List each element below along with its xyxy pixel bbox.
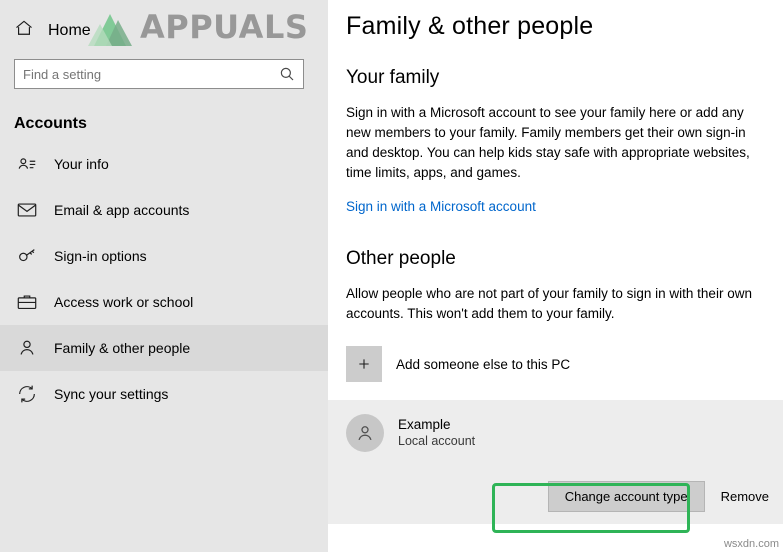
remove-account-button[interactable]: Remove <box>719 482 771 511</box>
account-card[interactable]: Example Local account Change account typ… <box>328 400 783 524</box>
settings-window: Home Accounts Your info <box>0 0 783 552</box>
add-someone-else-button[interactable]: Add someone else to this PC <box>346 346 767 382</box>
add-someone-else-label: Add someone else to this PC <box>396 356 571 372</box>
sidebar-item-your-info[interactable]: Your info <box>0 141 328 187</box>
sign-in-microsoft-account-link[interactable]: Sign in with a Microsoft account <box>346 199 536 214</box>
page-title: Family & other people <box>346 12 594 40</box>
sidebar-item-sign-in-options[interactable]: Sign-in options <box>0 233 328 279</box>
home-icon <box>14 18 34 43</box>
sidebar-item-label: Family & other people <box>54 340 191 356</box>
home-nav-item[interactable]: Home <box>0 0 328 59</box>
plus-icon <box>346 346 382 382</box>
sidebar: Home Accounts Your info <box>0 0 328 552</box>
sidebar-item-family-other-people[interactable]: Family & other people <box>0 325 328 371</box>
sidebar-item-label: Your info <box>54 156 109 172</box>
sidebar-group-title: Accounts <box>14 115 87 132</box>
sync-icon <box>16 383 38 405</box>
sidebar-item-label: Access work or school <box>54 294 194 310</box>
other-people-heading: Other people <box>346 248 456 269</box>
change-account-type-button[interactable]: Change account type <box>547 481 705 512</box>
person-icon <box>16 337 38 359</box>
account-type: Local account <box>398 434 476 448</box>
avatar-person-icon <box>346 414 384 452</box>
search-icon[interactable] <box>278 65 296 83</box>
sidebar-item-email-app-accounts[interactable]: Email & app accounts <box>0 187 328 233</box>
briefcase-icon <box>16 291 38 313</box>
other-people-description: Allow people who are not part of your fa… <box>346 286 752 321</box>
account-row: Example Local account <box>346 414 783 452</box>
mail-icon <box>16 199 38 221</box>
corner-url-label: wsxdn.com <box>723 538 779 550</box>
search-input[interactable] <box>14 59 304 89</box>
sidebar-item-label: Email & app accounts <box>54 202 190 218</box>
key-icon <box>16 245 38 267</box>
sidebar-item-access-work-school[interactable]: Access work or school <box>0 279 328 325</box>
account-actions: Change account type Remove <box>547 481 771 512</box>
sidebar-item-label: Sync your settings <box>54 386 169 402</box>
your-family-description: Sign in with a Microsoft account to see … <box>346 105 750 180</box>
sidebar-item-sync-your-settings[interactable]: Sync your settings <box>0 371 328 417</box>
your-family-heading: Your family <box>346 67 440 88</box>
sidebar-item-label: Sign-in options <box>54 248 147 264</box>
home-label: Home <box>48 21 91 39</box>
main-pane: Family & other people Your family Sign i… <box>328 0 783 552</box>
user-card-icon <box>16 153 38 175</box>
account-name: Example <box>398 417 451 432</box>
search-field-wrap <box>14 59 304 89</box>
